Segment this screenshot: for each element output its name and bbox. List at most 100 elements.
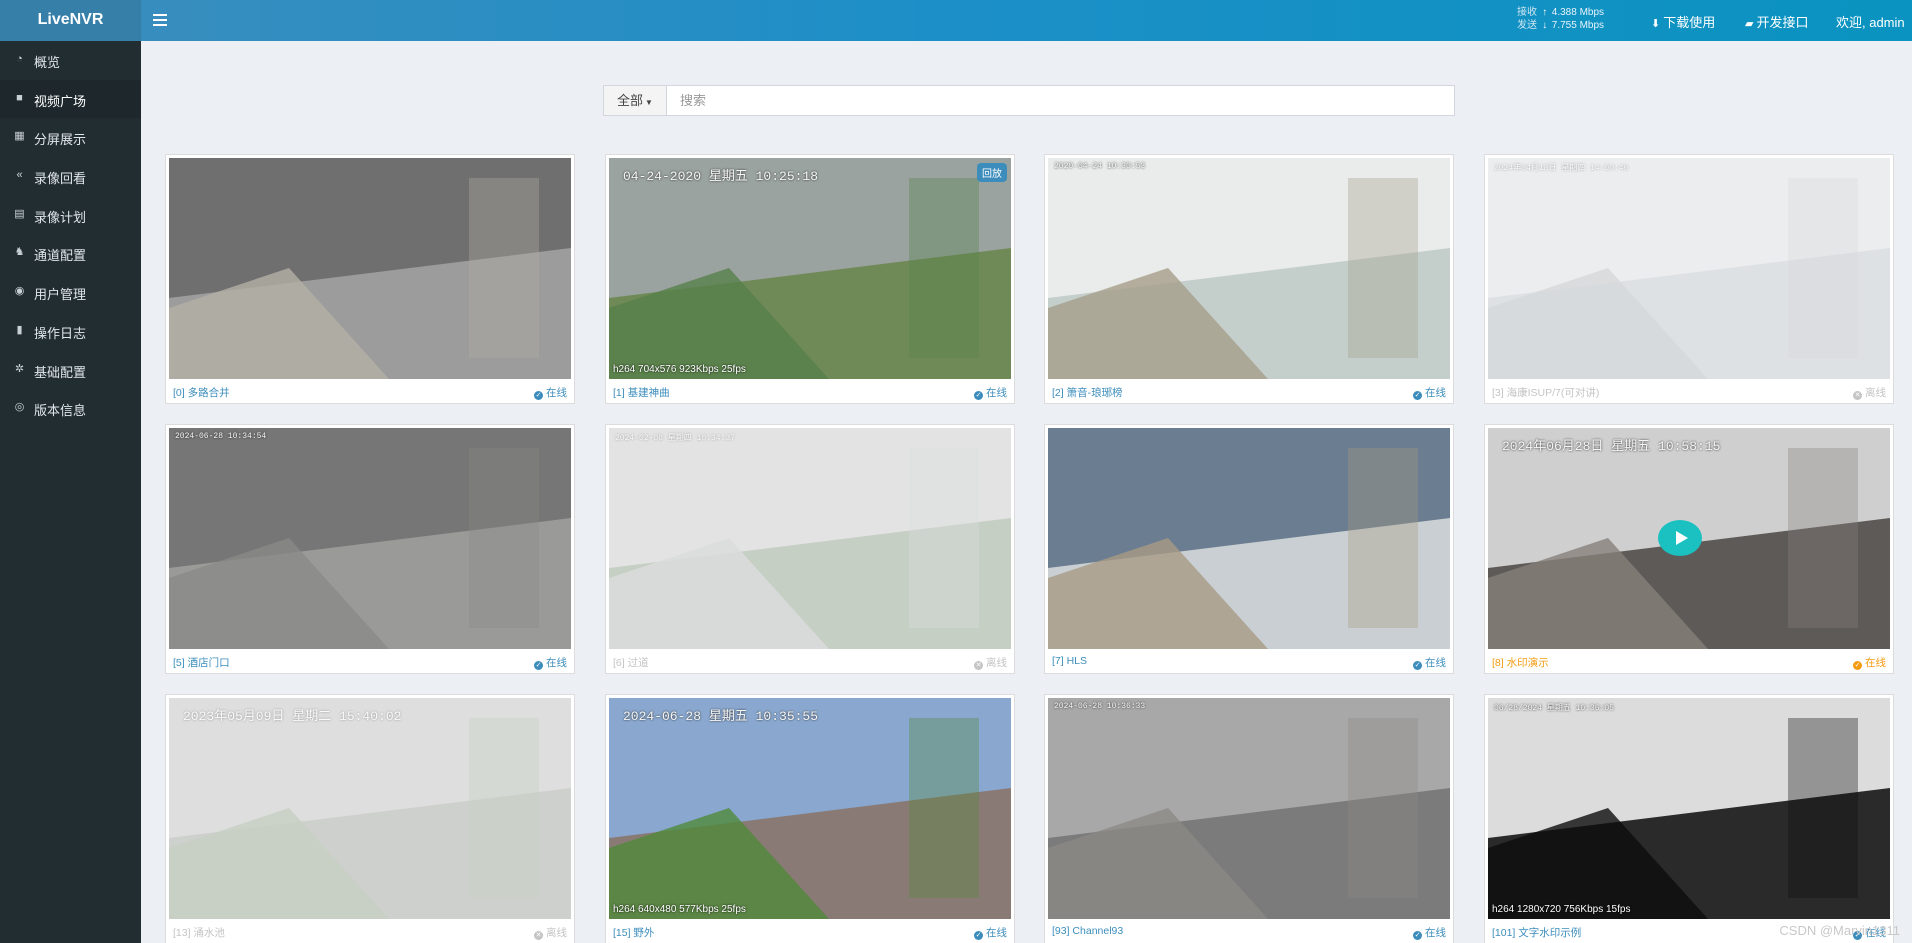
sidebar-item-label: 视频广场 — [34, 93, 87, 109]
video-thumbnail[interactable]: 2024-02-08 星期四 10:34:37 — [609, 428, 1011, 649]
top-header: LiveNVR 接收 ↑ 4.388 Mbps 发送 ↓ 7.755 Mbps ⬇ 下… — [0, 0, 1912, 41]
channel-name[interactable]: [0] 多路合并 — [173, 385, 230, 400]
channel-card[interactable]: 2024-06-28 星期五 10:35:55 h264 640x480 577K… — [605, 694, 1015, 943]
status-label: 在线 — [986, 927, 1007, 939]
video-thumbnail[interactable] — [1048, 428, 1450, 649]
channel-card[interactable]: [0] 多路合并 ✓ 在线 — [165, 154, 575, 404]
channel-card[interactable]: 06/28/2024 星期五 10:36:05 h264 1280x720 756… — [1484, 694, 1894, 943]
sidebar-item-1[interactable]: ■ 视频广场 — [0, 79, 141, 119]
channel-card[interactable]: 2024-06-28 10:36:33 [93] Channel93 ✓ 在线 — [1044, 694, 1454, 943]
app-logo[interactable]: LiveNVR — [0, 0, 141, 41]
playback-badge: 回放 — [977, 163, 1007, 182]
video-thumbnail[interactable]: 2024-06-28 10:34:54 — [169, 428, 571, 649]
sidebar-item-2[interactable]: ▦ 分屏展示 — [0, 118, 141, 157]
video-thumbnail[interactable]: 2024年04月18日 星期四 14:00:46 — [1488, 158, 1890, 379]
channel-name[interactable]: [2] 箫音-琅琊榜 — [1052, 385, 1123, 400]
channel-status: ✓ 在线 — [974, 925, 1007, 940]
sidebar-item-label: 用户管理 — [34, 287, 87, 303]
channel-name[interactable]: [8] 水印演示 — [1492, 655, 1549, 670]
video-timestamp: 2020-04-24 10:30:53 — [1054, 162, 1146, 171]
api-label: 开发接口 — [1756, 15, 1809, 30]
globe-icon: ◎ — [14, 401, 25, 414]
channel-status: ✓ 在线 — [1853, 655, 1886, 670]
channel-status: ✓ 在线 — [1413, 385, 1446, 400]
recv-label: 接收 — [1517, 7, 1537, 18]
sidebar-item-label: 通道配置 — [34, 248, 87, 264]
status-icon: ✓ — [534, 391, 543, 400]
video-thumbnail[interactable]: 2020-04-24 10:30:53 — [1048, 158, 1450, 379]
status-icon: ✓ — [534, 661, 543, 670]
video-thumbnail[interactable] — [169, 158, 571, 379]
video-thumbnail[interactable]: 04-24-2020 星期五 10:25:18 h264 704x576 923K… — [609, 158, 1011, 379]
video-timestamp: 04-24-2020 星期五 10:25:18 — [623, 169, 819, 184]
channel-name[interactable]: [7] HLS — [1052, 655, 1087, 667]
filter-dropdown[interactable]: 全部 ▼ — [604, 86, 667, 115]
filter-label: 全部 — [617, 93, 644, 108]
play-logo-icon — [1658, 520, 1702, 556]
video-thumbnail[interactable]: 2024年06月28日 星期五 10:58:15 — [1488, 428, 1890, 649]
status-label: 在线 — [1425, 927, 1446, 939]
bitrate-panel: 接收 ↑ 4.388 Mbps 发送 ↓ 7.755 Mbps — [1517, 6, 1604, 32]
channel-name[interactable]: [3] 海康ISUP/7(可对讲) — [1492, 385, 1599, 400]
status-label: 离线 — [986, 657, 1007, 669]
file-icon: ▮ — [16, 323, 23, 336]
download-icon: ⬇ — [1651, 18, 1661, 30]
sidebar-item-7[interactable]: ▮ 操作日志 — [0, 312, 141, 351]
channel-card[interactable]: 2024年06月28日 星期五 10:58:15 [8] 水印演示 ✓ 在线 — [1484, 424, 1894, 674]
status-label: 在线 — [1865, 657, 1886, 669]
channel-status: ✓ 在线 — [1413, 655, 1446, 670]
channel-name[interactable]: [6] 过道 — [613, 655, 649, 670]
sidebar-item-8[interactable]: ✲ 基础配置 — [0, 351, 141, 390]
sidebar-item-label: 操作日志 — [34, 325, 87, 341]
channel-card[interactable]: 2020-04-24 10:30:53 [2] 箫音-琅琊榜 ✓ 在线 — [1044, 154, 1454, 404]
channel-name[interactable]: [1] 基建神曲 — [613, 385, 670, 400]
csdn-watermark: CSDN @Marvin1311 — [1779, 923, 1900, 938]
sidebar-item-9[interactable]: ◎ 版本信息 — [0, 389, 141, 428]
sidebar-item-3[interactable]: « 录像回看 — [0, 157, 141, 196]
video-thumbnail[interactable]: 2024-06-28 10:36:33 — [1048, 698, 1450, 919]
sidebar-item-5[interactable]: ♞ 通道配置 — [0, 234, 141, 273]
channel-name[interactable]: [13] 涌水池 — [173, 925, 225, 940]
channel-card[interactable]: 2024-06-28 10:34:54 [5] 酒店门口 ✓ 在线 — [165, 424, 575, 674]
channel-card[interactable]: 2024年04月18日 星期四 14:00:46 [3] 海康ISUP/7(可对讲… — [1484, 154, 1894, 404]
sidebar-item-0[interactable]: ◔ 概览 — [0, 41, 141, 80]
book-icon: ▰ — [1745, 18, 1754, 30]
video-thumbnail[interactable]: 2024-06-28 星期五 10:35:55 h264 640x480 577K… — [609, 698, 1011, 919]
search-bar: 全部 ▼ — [603, 85, 1455, 116]
channel-name[interactable]: [93] Channel93 — [1052, 925, 1123, 937]
status-label: 离线 — [546, 927, 567, 939]
sidebar-item-label: 分屏展示 — [34, 132, 87, 148]
video-timestamp: 2024年06月28日 星期五 10:58:15 — [1502, 439, 1721, 454]
channel-card[interactable]: [7] HLS ✓ 在线 — [1044, 424, 1454, 674]
api-link[interactable]: ▰ 开发接口 — [1745, 12, 1808, 31]
recv-value: 4.388 Mbps — [1551, 7, 1605, 18]
video-thumbnail[interactable]: 2023年05月09日 星期二 15:40:02 — [169, 698, 571, 919]
download-link[interactable]: ⬇ 下载使用 — [1651, 12, 1715, 31]
channel-name[interactable]: [101] 文字水印示例 — [1492, 925, 1581, 940]
channel-status: ✓ 在线 — [534, 385, 567, 400]
sidebar-item-label: 版本信息 — [34, 403, 87, 419]
menu-toggle-icon[interactable] — [153, 11, 167, 29]
status-icon: ✓ — [1413, 661, 1422, 670]
rewind-icon: « — [16, 169, 23, 182]
sidebar-item-4[interactable]: ▤ 录像计划 — [0, 196, 141, 235]
status-icon: ✓ — [1413, 391, 1422, 400]
video-timestamp: 2023年05月09日 星期二 15:40:02 — [183, 709, 402, 724]
channel-name[interactable]: [5] 酒店门口 — [173, 655, 230, 670]
user-menu[interactable]: 欢迎, admin — [1836, 12, 1905, 31]
channel-name[interactable]: [15] 野外 — [613, 925, 654, 940]
video-timestamp: 2024-06-28 10:34:54 — [175, 432, 267, 441]
channel-status: ✕ 离线 — [1853, 385, 1886, 400]
caret-down-icon: ▼ — [645, 98, 653, 107]
channel-status: ✓ 在线 — [534, 655, 567, 670]
channel-card[interactable]: 2024-02-08 星期四 10:34:37 [6] 过道 ✕ 离线 — [605, 424, 1015, 674]
search-input[interactable] — [668, 86, 1454, 115]
sidebar-item-label: 基础配置 — [34, 364, 87, 380]
video-timestamp: 2024年04月18日 星期四 14:00:46 — [1494, 164, 1629, 173]
sitemap-icon: ♞ — [14, 246, 25, 259]
status-label: 在线 — [546, 657, 567, 669]
channel-card[interactable]: 04-24-2020 星期五 10:25:18 h264 704x576 923K… — [605, 154, 1015, 404]
video-thumbnail[interactable]: 06/28/2024 星期五 10:36:05 h264 1280x720 756… — [1488, 698, 1890, 919]
channel-card[interactable]: 2023年05月09日 星期二 15:40:02 [13] 涌水池 ✕ 离线 — [165, 694, 575, 943]
sidebar-item-6[interactable]: ◉ 用户管理 — [0, 273, 141, 312]
